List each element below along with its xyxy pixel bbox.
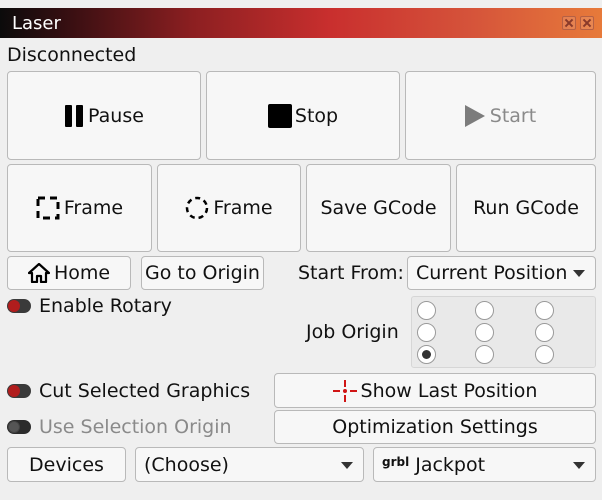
- frame-circle-button[interactable]: Frame: [157, 164, 301, 252]
- laser-profile-value: Jackpot: [415, 453, 486, 476]
- pause-button[interactable]: Pause: [7, 71, 201, 160]
- origin-middle-left-radio[interactable]: [417, 323, 436, 342]
- devices-label: Devices: [29, 453, 104, 476]
- origin-center-radio[interactable]: [475, 323, 494, 342]
- job-origin-label: Job Origin: [306, 321, 399, 343]
- start-from-dropdown[interactable]: Current Position: [407, 256, 596, 290]
- show-last-position-button[interactable]: Show Last Position: [274, 373, 596, 408]
- origin-bottom-right-radio[interactable]: [535, 345, 554, 364]
- window-title: Laser: [12, 13, 61, 34]
- devices-button[interactable]: Devices: [7, 447, 126, 482]
- close-window-icon[interactable]: [580, 16, 594, 30]
- origin-top-left-radio[interactable]: [417, 301, 436, 320]
- save-gcode-label: Save GCode: [320, 197, 437, 219]
- origin-bottom-left-radio[interactable]: [417, 345, 436, 364]
- origin-top-center-radio[interactable]: [475, 301, 494, 320]
- enable-rotary-toggle[interactable]: [7, 299, 31, 313]
- start-label: Start: [489, 104, 537, 127]
- use-selection-origin-toggle[interactable]: [7, 420, 31, 434]
- run-gcode-label: Run GCode: [473, 197, 579, 219]
- cut-selected-graphics-toggle[interactable]: [7, 384, 31, 398]
- frame-rectangle-icon: [36, 196, 60, 220]
- chevron-down-icon: [573, 461, 585, 469]
- job-origin-grid: [411, 296, 596, 368]
- origin-top-right-radio[interactable]: [535, 301, 554, 320]
- home-button[interactable]: Home: [7, 256, 131, 290]
- origin-middle-right-radio[interactable]: [535, 323, 554, 342]
- go-to-origin-button[interactable]: Go to Origin: [141, 256, 264, 290]
- show-last-position-label: Show Last Position: [360, 379, 538, 402]
- home-label: Home: [53, 262, 111, 284]
- home-icon: [27, 263, 50, 283]
- frame-rectangle-label: Frame: [63, 197, 124, 219]
- enable-rotary-label: Enable Rotary: [39, 295, 172, 317]
- play-icon: [464, 104, 485, 127]
- connection-status: Disconnected: [7, 44, 137, 66]
- device-value: (Choose): [144, 453, 229, 476]
- optimization-settings-button[interactable]: Optimization Settings: [274, 410, 596, 444]
- frame-circle-icon: [186, 196, 209, 220]
- chevron-down-icon: [341, 461, 353, 469]
- use-selection-origin-label: Use Selection Origin: [39, 416, 232, 438]
- stop-label: Stop: [294, 104, 339, 127]
- pause-icon: [64, 104, 84, 127]
- frame-circle-label: Frame: [213, 197, 273, 219]
- device-dropdown[interactable]: (Choose): [135, 447, 364, 482]
- run-gcode-button[interactable]: Run GCode: [456, 164, 596, 252]
- laser-window-titlebar: Laser: [0, 8, 602, 38]
- chevron-down-icon: [573, 270, 585, 277]
- pause-label: Pause: [88, 104, 144, 127]
- cut-selected-graphics-label: Cut Selected Graphics: [39, 380, 251, 402]
- crosshair-icon: [332, 379, 357, 402]
- save-gcode-button[interactable]: Save GCode: [306, 164, 451, 252]
- grbl-logo-icon: grbl: [382, 454, 410, 469]
- start-from-label: Start From:: [298, 262, 404, 284]
- go-to-origin-label: Go to Origin: [145, 262, 260, 284]
- frame-rectangle-button[interactable]: Frame: [7, 164, 152, 252]
- start-from-value: Current Position: [416, 262, 568, 284]
- start-button[interactable]: Start: [405, 71, 596, 160]
- stop-icon: [267, 103, 292, 128]
- optimization-settings-label: Optimization Settings: [332, 416, 538, 438]
- laser-profile-dropdown[interactable]: grbl Jackpot: [373, 447, 596, 482]
- float-window-icon[interactable]: [562, 16, 576, 30]
- stop-button[interactable]: Stop: [206, 71, 400, 160]
- origin-bottom-center-radio[interactable]: [475, 345, 494, 364]
